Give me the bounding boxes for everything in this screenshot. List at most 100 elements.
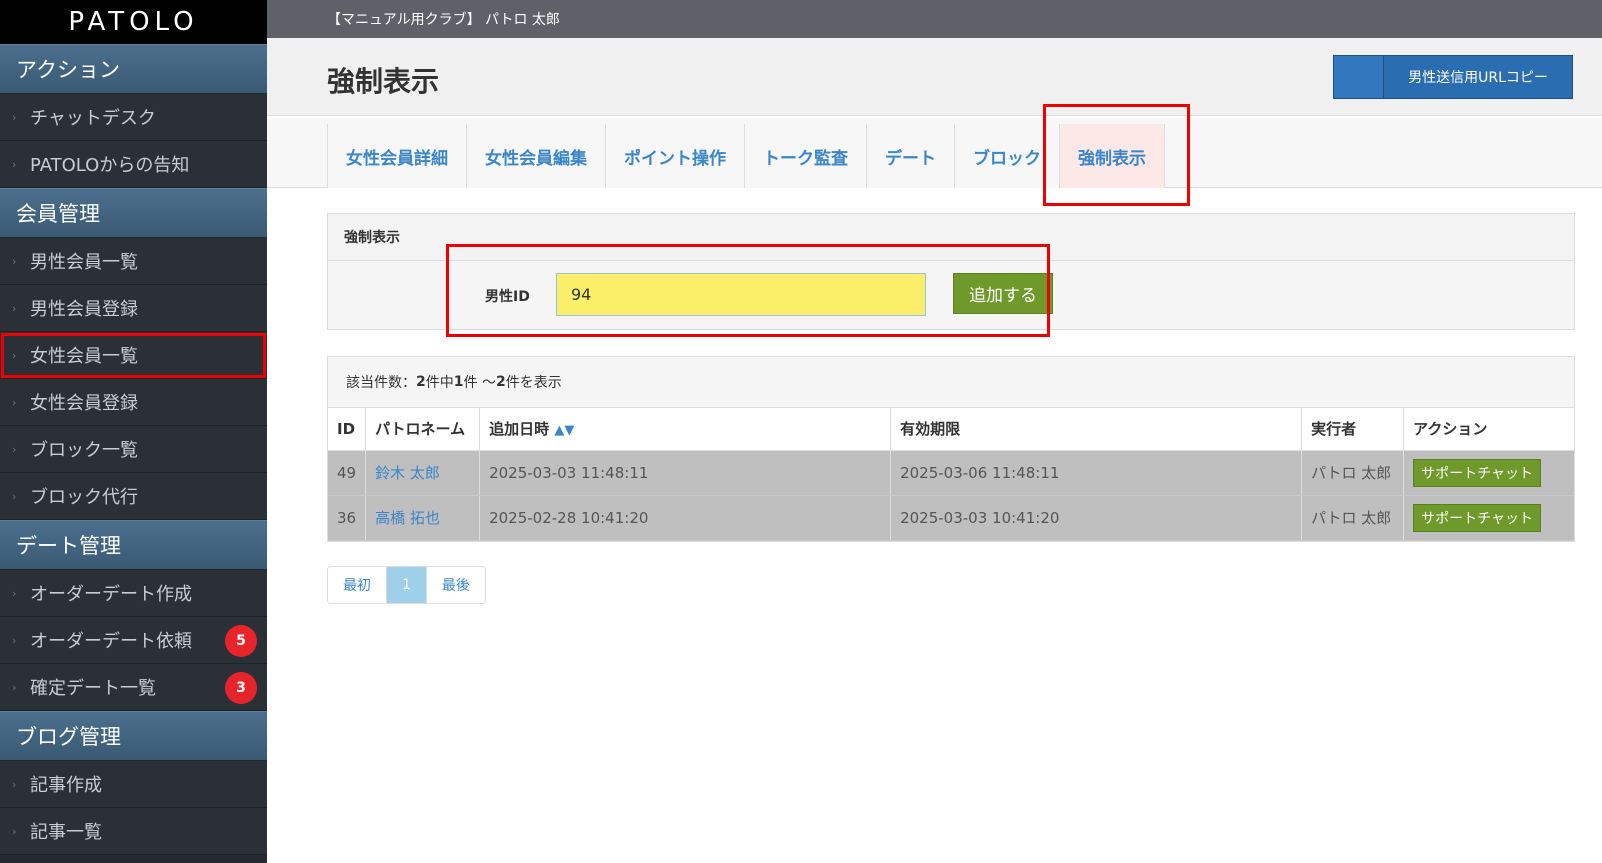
col-executor: 実行者 [1301, 408, 1405, 451]
sidebar-item-order-date-request[interactable]: › オーダーデート依頼 5 [0, 617, 267, 664]
sidebar-item-chat-desk[interactable]: › チャットデスク [0, 94, 267, 141]
highlight-box-form [446, 244, 1050, 337]
sidebar-item-article-list[interactable]: › 記事一覧 [0, 808, 267, 855]
copy-male-url-button[interactable]: 男性送信用URLコピー [1333, 55, 1573, 99]
chevron-right-icon: › [12, 680, 17, 694]
sidebar-item-label: チャットデスク [30, 108, 156, 129]
chevron-right-icon: › [12, 110, 17, 124]
pagination: 最初 1 最後 [327, 566, 486, 604]
sidebar-item-label: 記事作成 [30, 775, 102, 796]
chevron-right-icon: › [12, 586, 17, 600]
page-current[interactable]: 1 [387, 567, 427, 603]
sidebar-item-block-list[interactable]: › ブロック一覧 [0, 426, 267, 473]
table-row: 36 高橋 拓也 2025-02-28 10:41:20 2025-03-03 … [328, 495, 1574, 541]
cell-added: 2025-02-28 10:41:20 [479, 495, 892, 541]
chevron-right-icon: › [12, 254, 17, 268]
sidebar-item-male-list[interactable]: › 男性会員一覧 [0, 238, 267, 285]
chevron-right-icon: › [12, 442, 17, 456]
results-table: ID パトロネーム 追加日時 ▲▼ 有効期限 実行者 アクション 49 鈴木 太… [328, 408, 1574, 541]
cell-expires: 2025-03-03 10:41:20 [890, 495, 1303, 541]
sidebar-section-dates: デート管理 [0, 520, 267, 570]
sidebar-section-members: 会員管理 [0, 188, 267, 238]
count-from: 1 [453, 374, 464, 390]
cell-name: 高橋 拓也 [365, 495, 481, 541]
chevron-right-icon: › [12, 633, 17, 647]
chevron-right-icon: › [12, 489, 17, 503]
sidebar-item-label: ブロック代行 [30, 487, 138, 508]
club-user-label: 【マニュアル用クラブ】 パトロ 太郎 [327, 12, 560, 28]
cell-id: 36 [328, 495, 367, 541]
chevron-right-icon: › [12, 395, 17, 409]
notification-badge: 3 [225, 672, 257, 704]
page-title: 強制表示 [327, 65, 440, 98]
col-expires: 有効期限 [890, 408, 1303, 451]
sidebar-item-label: 女性会員登録 [30, 393, 138, 414]
tab-date[interactable]: デート [866, 124, 954, 188]
tab-points[interactable]: ポイント操作 [605, 124, 744, 188]
tab-female-detail[interactable]: 女性会員詳細 [327, 124, 466, 188]
sidebar-section-blog: ブログ管理 [0, 711, 267, 761]
tab-talk-audit[interactable]: トーク監査 [744, 124, 866, 188]
sidebar-item-confirmed-dates[interactable]: › 確定デート一覧 3 [0, 664, 267, 711]
col-added-at-label: 追加日時 [489, 420, 550, 439]
sidebar-item-order-date-create[interactable]: › オーダーデート作成 [0, 570, 267, 617]
cell-executor: パトロ 太郎 [1301, 495, 1405, 541]
count-suffix: 件を表示 [505, 375, 562, 391]
count-prefix: 該当件数： [346, 375, 416, 391]
sidebar-item-block-proxy[interactable]: › ブロック代行 [0, 473, 267, 520]
tab-female-edit[interactable]: 女性会員編集 [466, 124, 605, 188]
cell-action: サポートチャット [1403, 495, 1574, 541]
col-id: ID [328, 408, 367, 451]
col-patro-name: パトロネーム [365, 408, 481, 451]
sidebar-item-male-register[interactable]: › 男性会員登録 [0, 285, 267, 332]
sidebar-item-female-list[interactable]: › 女性会員一覧 [0, 332, 267, 379]
sidebar-item-label: PATOLOからの告知 [30, 155, 190, 176]
cell-id: 49 [328, 450, 367, 496]
sidebar-item-label: オーダーデート依頼 [30, 631, 192, 652]
count-total: 2 [416, 374, 426, 390]
col-action: アクション [1403, 408, 1574, 451]
count-mid2: 件 ～ [463, 375, 496, 391]
chevron-right-icon: › [12, 824, 17, 838]
notification-badge: 5 [225, 625, 257, 657]
sidebar: PATOLO アクション › チャットデスク › PATOLOからの告知 会員管理 … [0, 0, 267, 863]
cell-expires: 2025-03-06 11:48:11 [890, 450, 1303, 496]
top-bar: 【マニュアル用クラブ】 パトロ 太郎 [267, 0, 1602, 38]
sidebar-item-label: 確定デート一覧 [30, 678, 156, 699]
tabs: 女性会員詳細 女性会員編集 ポイント操作 トーク監査 デート ブロック 強制表示 [327, 124, 1165, 188]
sidebar-item-article-create[interactable]: › 記事作成 [0, 761, 267, 808]
sidebar-item-label: 女性会員一覧 [30, 346, 138, 367]
results-panel: 該当件数： 2 件中 1件 ～ 2 件を表示 ID パトロネーム 追加日時 ▲▼ 有効… [327, 356, 1575, 542]
cell-name: 鈴木 太郎 [365, 450, 481, 496]
page-header: 強制表示 男性送信用URLコピー [267, 38, 1602, 116]
copy-button-label: 男性送信用URLコピー [1408, 70, 1548, 86]
cell-executor: パトロ 太郎 [1301, 450, 1405, 496]
patro-name-link[interactable]: 鈴木 太郎 [375, 464, 440, 482]
sidebar-item-label: オーダーデート作成 [30, 584, 192, 605]
logo[interactable]: PATOLO [0, 0, 267, 44]
copy-button-icon-area [1334, 56, 1384, 98]
result-count: 該当件数： 2 件中 1件 ～ 2 件を表示 [328, 357, 1574, 408]
count-mid1: 件中 [425, 375, 454, 391]
page-first[interactable]: 最初 [328, 567, 387, 603]
table-row: 49 鈴木 太郎 2025-03-03 11:48:11 2025-03-06 … [328, 450, 1574, 496]
sidebar-item-label: 男性会員登録 [30, 299, 138, 320]
sidebar-item-female-register[interactable]: › 女性会員登録 [0, 379, 267, 426]
col-added-at[interactable]: 追加日時 ▲▼ [479, 408, 892, 451]
sidebar-item-announcements[interactable]: › PATOLOからの告知 [0, 141, 267, 188]
sidebar-section-action: アクション [0, 44, 267, 94]
cell-added: 2025-03-03 11:48:11 [479, 450, 892, 496]
count-to: 2 [495, 374, 506, 390]
tabs-bar: 女性会員詳細 女性会員編集 ポイント操作 トーク監査 デート ブロック 強制表示 [267, 118, 1602, 188]
patro-name-link[interactable]: 高橋 拓也 [375, 509, 440, 527]
sort-icon[interactable]: ▲▼ [554, 423, 574, 438]
sidebar-item-label: ブロック一覧 [30, 440, 138, 461]
chevron-right-icon: › [12, 157, 17, 171]
sidebar-item-label: 男性会員一覧 [30, 252, 138, 273]
chevron-right-icon: › [12, 348, 17, 362]
page-last[interactable]: 最後 [426, 567, 485, 603]
highlight-box-tab [1043, 104, 1190, 206]
support-chat-button[interactable]: サポートチャット [1413, 458, 1541, 487]
cell-action: サポートチャット [1403, 450, 1574, 496]
support-chat-button[interactable]: サポートチャット [1413, 503, 1541, 532]
